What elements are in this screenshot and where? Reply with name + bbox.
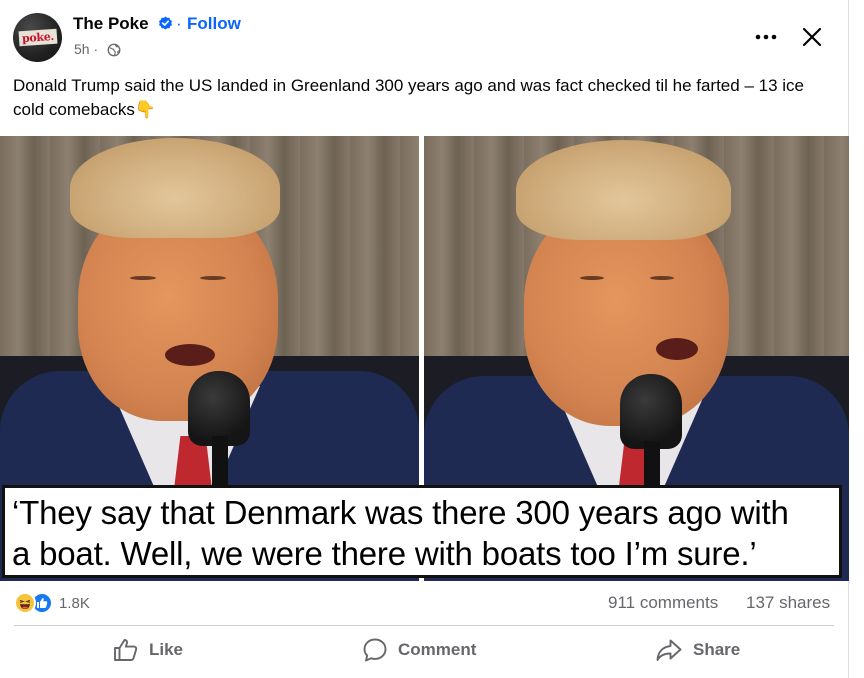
page-avatar[interactable]: poke. (13, 13, 62, 62)
post-card: poke. The Poke · Follow 5h · Donald Trum… (0, 0, 849, 678)
image-quote-line-2: a boat. Well, we were there with boats t… (12, 535, 757, 572)
post-timestamp[interactable]: 5h · (74, 41, 98, 57)
thumbs-up-icon (114, 639, 138, 661)
comment-label: Comment (398, 640, 477, 659)
post-caption: Donald Trump said the US landed in Green… (13, 76, 804, 119)
haha-reaction-icon (14, 592, 36, 614)
page-name[interactable]: The Poke (73, 14, 149, 34)
reactions-summary[interactable]: 1.8K (14, 592, 90, 614)
more-options-icon (755, 34, 777, 40)
close-icon (802, 27, 822, 47)
follow-button[interactable]: Follow (187, 14, 241, 34)
image-quote-line-1: ‘They say that Denmark was there 300 yea… (12, 494, 789, 531)
like-label: Like (149, 640, 184, 659)
actions-divider (14, 625, 834, 626)
share-label: Share (693, 640, 741, 659)
image-quote-box: ‘They say that Denmark was there 300 yea… (2, 485, 842, 578)
comment-bubble-icon (363, 638, 387, 662)
share-arrow-icon (656, 639, 682, 661)
post-image[interactable]: ‘They say that Denmark was there 300 yea… (0, 136, 849, 581)
comments-count[interactable]: 911 comments (608, 593, 718, 613)
avatar-logo: poke. (18, 28, 57, 47)
like-button[interactable]: Like (113, 632, 183, 668)
globe-icon (107, 43, 121, 57)
comment-button[interactable]: Comment (362, 632, 476, 668)
share-button[interactable]: Share (655, 632, 740, 668)
shares-count[interactable]: 137 shares (746, 593, 830, 613)
close-button[interactable] (797, 22, 827, 52)
reaction-count: 1.8K (59, 594, 90, 612)
header-separator: · (176, 14, 182, 33)
more-options-button[interactable] (751, 22, 781, 52)
verified-badge-icon (159, 16, 172, 30)
